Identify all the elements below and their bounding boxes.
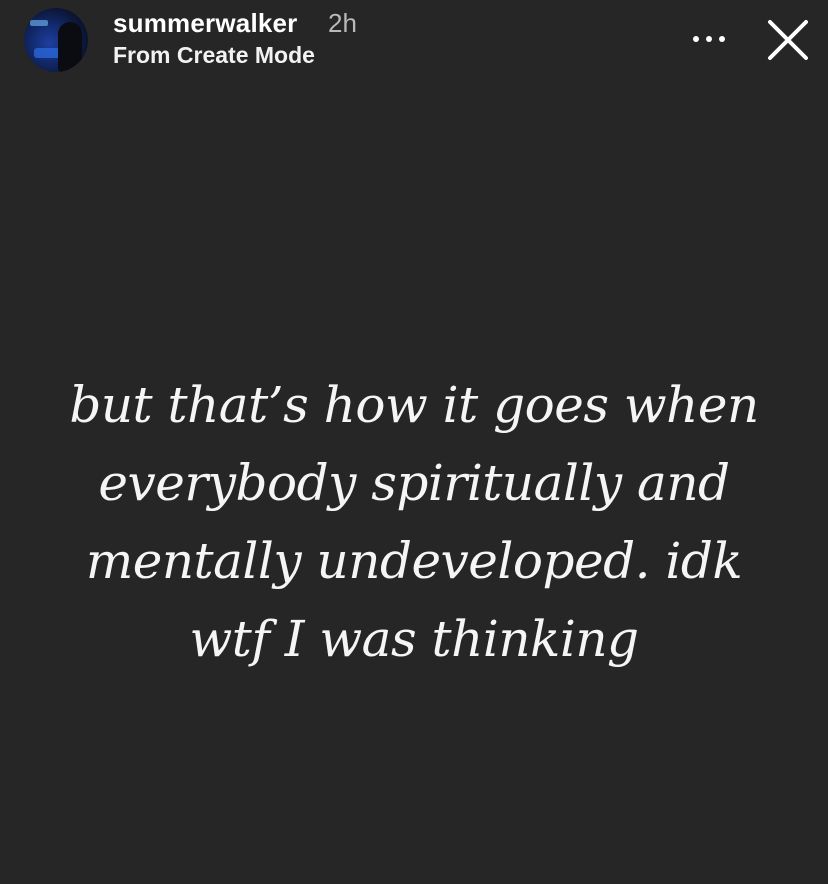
more-dot-icon bbox=[719, 36, 725, 42]
close-button[interactable] bbox=[764, 16, 812, 64]
avatar-figure bbox=[58, 22, 82, 72]
story-subtitle[interactable]: From Create Mode bbox=[113, 42, 315, 69]
avatar[interactable] bbox=[24, 8, 88, 72]
more-dot-icon bbox=[706, 36, 712, 42]
more-dot-icon bbox=[693, 36, 699, 42]
story-header: summerwalker 2h From Create Mode bbox=[0, 0, 828, 90]
caption-line: wtf I was thinking bbox=[189, 610, 639, 668]
story-viewer[interactable]: summerwalker 2h From Create Mode but tha… bbox=[0, 0, 828, 884]
time-ago: 2h bbox=[328, 8, 357, 38]
caption-line: but that’s how it goes when bbox=[69, 376, 759, 434]
story-caption: but that’s how it goes when everybody sp… bbox=[40, 366, 788, 678]
avatar-light-detail bbox=[30, 20, 48, 26]
caption-line: mentally undeveloped. idk bbox=[85, 532, 743, 590]
caption-line: everybody spiritually and bbox=[98, 454, 730, 512]
close-icon bbox=[768, 20, 808, 60]
more-options-button[interactable] bbox=[688, 24, 732, 54]
username[interactable]: summerwalker bbox=[113, 8, 298, 39]
